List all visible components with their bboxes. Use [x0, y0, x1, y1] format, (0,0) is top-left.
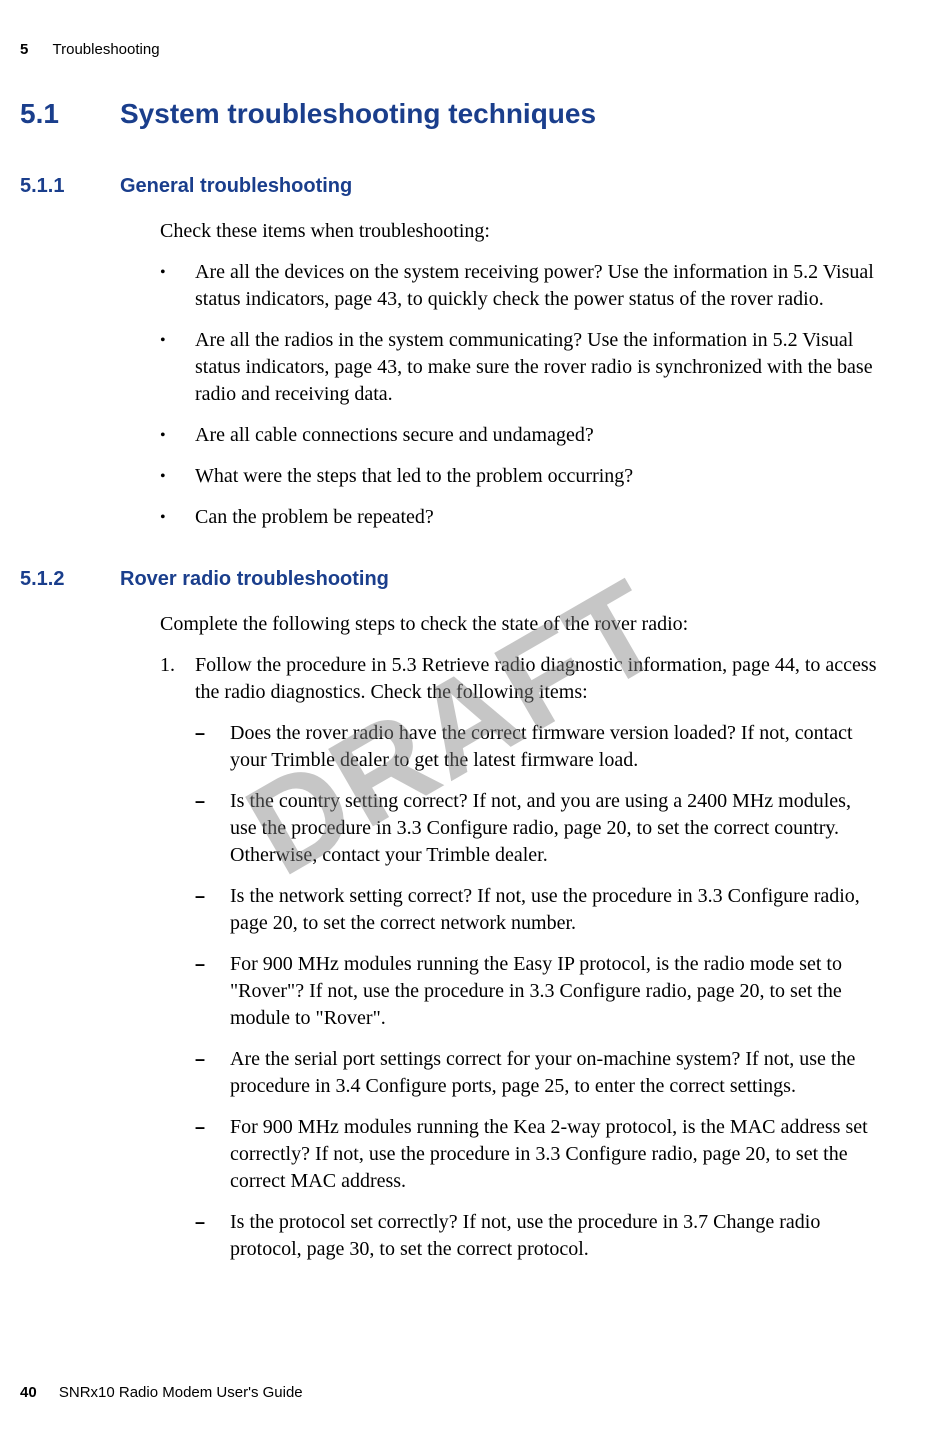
list-item: •Can the problem be repeated? [160, 504, 880, 531]
list-item: •What were the steps that led to the pro… [160, 463, 880, 490]
list-text: Is the network setting correct? If not, … [230, 883, 880, 937]
page-number: 40 [20, 1384, 37, 1401]
list-item: –Is the network setting correct? If not,… [195, 883, 880, 937]
list-item: 1. Follow the procedure in 5.3 Retrieve … [160, 652, 880, 706]
list-item: –Is the country setting correct? If not,… [195, 788, 880, 869]
numbered-list: 1. Follow the procedure in 5.3 Retrieve … [160, 652, 880, 706]
list-item: –Is the protocol set correctly? If not, … [195, 1209, 880, 1263]
bullet-icon: • [160, 259, 195, 313]
list-item: –For 900 MHz modules running the Easy IP… [195, 951, 880, 1032]
subsection-heading: 5.1.2 Rover radio troubleshooting [20, 566, 880, 593]
subsection-number: 5.1.2 [20, 566, 120, 593]
chapter-title: Troubleshooting [53, 41, 160, 58]
dash-icon: – [195, 951, 230, 1032]
section-heading-1: 5.1 System troubleshooting techniques [20, 95, 880, 133]
subsection-number: 5.1.1 [20, 173, 120, 200]
dash-icon: – [195, 1114, 230, 1195]
list-text: Are all the radios in the system communi… [195, 327, 880, 408]
dash-list: –Does the rover radio have the correct f… [195, 720, 880, 1263]
dash-icon: – [195, 883, 230, 937]
bullet-icon: • [160, 422, 195, 449]
paragraph: Complete the following steps to check th… [160, 611, 880, 638]
list-item: •Are all cable connections secure and un… [160, 422, 880, 449]
list-item: –For 900 MHz modules running the Kea 2-w… [195, 1114, 880, 1195]
dash-icon: – [195, 1046, 230, 1100]
dash-icon: – [195, 788, 230, 869]
dash-icon: – [195, 1209, 230, 1263]
section-number: 5.1 [20, 95, 120, 133]
list-text: For 900 MHz modules running the Easy IP … [230, 951, 880, 1032]
list-text: Does the rover radio have the correct fi… [230, 720, 880, 774]
footer-title: SNRx10 Radio Modem User's Guide [59, 1384, 303, 1401]
list-number: 1. [160, 652, 195, 706]
section-title: System troubleshooting techniques [120, 95, 596, 133]
subsection-title: General troubleshooting [120, 173, 352, 200]
subsection-heading: 5.1.1 General troubleshooting [20, 173, 880, 200]
page-footer: 40 SNRx10 Radio Modem User's Guide [20, 1383, 880, 1403]
list-text: Follow the procedure in 5.3 Retrieve rad… [195, 652, 880, 706]
list-text: Are the serial port settings correct for… [230, 1046, 880, 1100]
paragraph: Check these items when troubleshooting: [160, 218, 880, 245]
list-text: Is the protocol set correctly? If not, u… [230, 1209, 880, 1263]
subsection-title: Rover radio troubleshooting [120, 566, 389, 593]
bullet-icon: • [160, 463, 195, 490]
list-text: What were the steps that led to the prob… [195, 463, 880, 490]
list-text: Are all the devices on the system receiv… [195, 259, 880, 313]
list-text: For 900 MHz modules running the Kea 2-wa… [230, 1114, 880, 1195]
dash-icon: – [195, 720, 230, 774]
page-header: 5 Troubleshooting [20, 40, 880, 60]
list-text: Is the country setting correct? If not, … [230, 788, 880, 869]
chapter-number: 5 [20, 41, 28, 58]
bullet-icon: • [160, 504, 195, 531]
list-text: Are all cable connections secure and und… [195, 422, 880, 449]
list-item: •Are all the radios in the system commun… [160, 327, 880, 408]
bullet-icon: • [160, 327, 195, 408]
bullet-list: •Are all the devices on the system recei… [160, 259, 880, 531]
list-item: –Are the serial port settings correct fo… [195, 1046, 880, 1100]
list-item: •Are all the devices on the system recei… [160, 259, 880, 313]
list-item: –Does the rover radio have the correct f… [195, 720, 880, 774]
list-text: Can the problem be repeated? [195, 504, 880, 531]
